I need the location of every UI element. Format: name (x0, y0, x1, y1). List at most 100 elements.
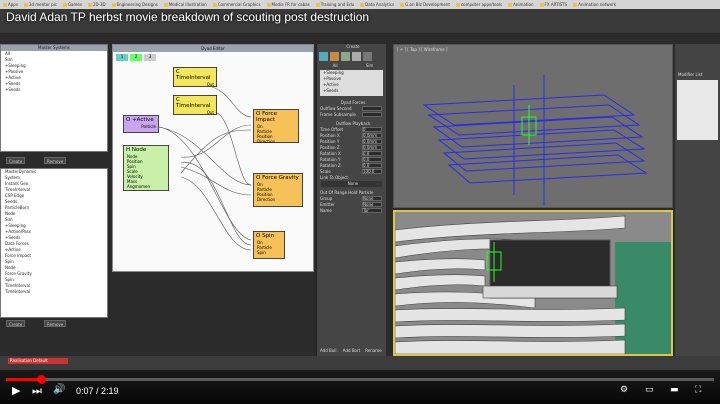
param-value[interactable]: Tar (362, 208, 382, 213)
bookmark-label: Commercial Graphics (217, 2, 261, 7)
param-value[interactable]: 0 (362, 127, 382, 132)
param-value[interactable]: 0.0 (362, 151, 382, 156)
folder-icon (87, 2, 92, 7)
param-value[interactable]: None (362, 202, 382, 207)
remove-button[interactable]: Remove (44, 157, 67, 164)
folder-icon (315, 2, 320, 7)
node-port[interactable]: Direction (254, 139, 298, 144)
settings-icon[interactable]: ⚙ (620, 385, 628, 395)
depot-action-button[interactable]: Rename (364, 348, 382, 354)
bookmark-label: Engineering Designs (116, 2, 158, 7)
node-port[interactable]: Direction (254, 197, 302, 202)
folder-icon (266, 2, 271, 7)
param-value[interactable]: 100.0 (362, 169, 382, 174)
bookmark-label: Animation network (578, 2, 617, 7)
depot-icon-row (317, 50, 386, 63)
param-value[interactable]: 0.0mm (362, 139, 382, 144)
hierarchy-item[interactable]: TimeInterval (1, 289, 107, 295)
bookmark-item[interactable]: 2D-3D (87, 2, 106, 7)
param-row: Frame Subsample (317, 112, 386, 118)
remove-button-2[interactable]: Remove (44, 320, 67, 327)
node-h-node[interactable]: H Node Node Position Spin Scale Velocity Mass… (123, 145, 169, 191)
progress-fill (6, 378, 42, 381)
viewport-perspective[interactable]: [ + ] [ Perspective ] [ Realistic ] (393, 210, 673, 356)
bookmark-item[interactable]: Animation (508, 2, 534, 7)
modifier-stack[interactable] (677, 80, 718, 140)
dyad-icon[interactable] (319, 52, 328, 61)
folder-icon (62, 2, 67, 7)
param-value[interactable]: 0.0mm (362, 133, 382, 138)
bookmark-item[interactable]: Training and Edu (315, 2, 355, 7)
param-value[interactable]: 0.0 (362, 163, 382, 168)
settings-icon[interactable] (363, 52, 372, 61)
folder-icon (23, 2, 28, 7)
bookmark-item[interactable]: 3d mentor pic (23, 2, 57, 7)
bookmark-label: Training and Edu (320, 2, 355, 7)
video-title: David Adan TP herbst movie breakdown of … (6, 10, 370, 24)
bookmark-item[interactable]: Data Analytics (360, 2, 394, 7)
bookmark-item[interactable]: G.on Biz Development (400, 2, 450, 7)
miniplayer-icon[interactable]: ▭ (645, 385, 654, 395)
depot-list[interactable]: +Sleeping +Passive +Active +Seeds (320, 70, 383, 96)
node-force-gravity[interactable]: O Force Gravity On Particle Position Direct… (253, 173, 303, 207)
depot-tabs: All Sim (317, 63, 386, 69)
tab-all[interactable]: All (330, 63, 338, 69)
depot-action-button[interactable]: Add Bort (342, 348, 361, 354)
node-spin[interactable]: O Spin On Particle Spin (253, 231, 285, 259)
bookmark-item[interactable]: FX ARTISTS (539, 2, 567, 7)
create-button[interactable]: Create (6, 157, 26, 164)
dyad-editor[interactable]: Dyad Editor 1 2 3 C TimeInterval Out C T… (112, 44, 314, 272)
wireframe-scene (422, 75, 648, 205)
param-value[interactable]: 0.0mm (362, 145, 382, 150)
folder-icon (539, 2, 544, 7)
create-button-2[interactable]: Create (6, 320, 26, 327)
param-value[interactable] (362, 106, 382, 111)
folder-icon (573, 2, 578, 7)
bookmark-label: Animation (513, 2, 534, 7)
bookmark-label: G.on Biz Development (405, 2, 450, 7)
next-icon[interactable]: ⏭ (32, 384, 42, 398)
bookmark-item[interactable]: computer apps/tools (455, 2, 502, 7)
node-force-impact[interactable]: O Force Impact On Particle Position Directi… (253, 109, 299, 144)
node-port[interactable]: Angmomen (124, 184, 168, 189)
tree-item[interactable]: +Seeds (1, 87, 107, 93)
bookmark-item[interactable]: Media FR for cabas (266, 2, 310, 7)
play-icon[interactable]: ▶ (12, 384, 20, 397)
progress-track[interactable] (6, 375, 714, 384)
timeline[interactable]: Realisation Default (0, 356, 720, 370)
link-value[interactable]: None (321, 181, 382, 187)
viewport-top[interactable]: [ + ] [ Top ] [ Wireframe ] (393, 44, 673, 208)
volume-icon[interactable]: 🔊 (53, 384, 65, 395)
tab-sim[interactable]: Sim (363, 63, 374, 69)
modifier-panel[interactable]: Modifier List (675, 44, 720, 356)
param-value[interactable]: None (362, 196, 382, 201)
node-time-interval-1[interactable]: C TimeInterval Out (173, 67, 217, 87)
fullscreen-icon[interactable]: ⛶ (695, 385, 701, 395)
bookmark-item[interactable]: Commercial Graphics (212, 2, 261, 7)
operator-icon[interactable] (330, 52, 339, 61)
theater-icon[interactable]: ▬ (670, 385, 679, 395)
helper-icon[interactable] (352, 52, 361, 61)
bookmark-item[interactable]: Engineering Designs (111, 2, 158, 7)
video-player-controls[interactable]: ▶ ⏭ 🔊 0:07 / 2:19 ⚙ ▭ ▬ ⛶ (0, 370, 720, 404)
folder-icon (111, 2, 116, 7)
bookmark-label: Media FR for cabas (271, 2, 310, 7)
depot-action-button[interactable]: Add Bull. (319, 348, 339, 354)
node-port[interactable]: Spin (254, 250, 284, 255)
condition-icon[interactable] (341, 52, 350, 61)
progress-knob[interactable] (37, 375, 47, 384)
bookmark-item[interactable]: Medical illustration (163, 2, 207, 7)
param-value[interactable] (362, 112, 382, 117)
master-systems-panel[interactable]: Master Systems All Sim +Sleeping +Passive +A… (0, 44, 108, 152)
folder-icon (360, 2, 365, 7)
param-value[interactable]: 0.0 (362, 157, 382, 162)
hierarchy-panel[interactable]: MasterDynamic System Instant Geo TimeInterv… (0, 168, 108, 318)
node-active[interactable]: O +Active Particle (123, 115, 159, 133)
node-time-interval-2[interactable]: C TimeInterval Out (173, 95, 217, 115)
depot-list-item[interactable]: +Seeds (320, 88, 383, 94)
bookmark-item[interactable]: Games (62, 2, 82, 7)
command-depot[interactable]: Create All Sim +Sleeping +Passive +Active +… (316, 44, 386, 356)
folder-icon (212, 2, 217, 7)
bookmark-item[interactable]: Animation network (573, 2, 616, 7)
bookmark-item[interactable]: Apps (3, 2, 18, 7)
